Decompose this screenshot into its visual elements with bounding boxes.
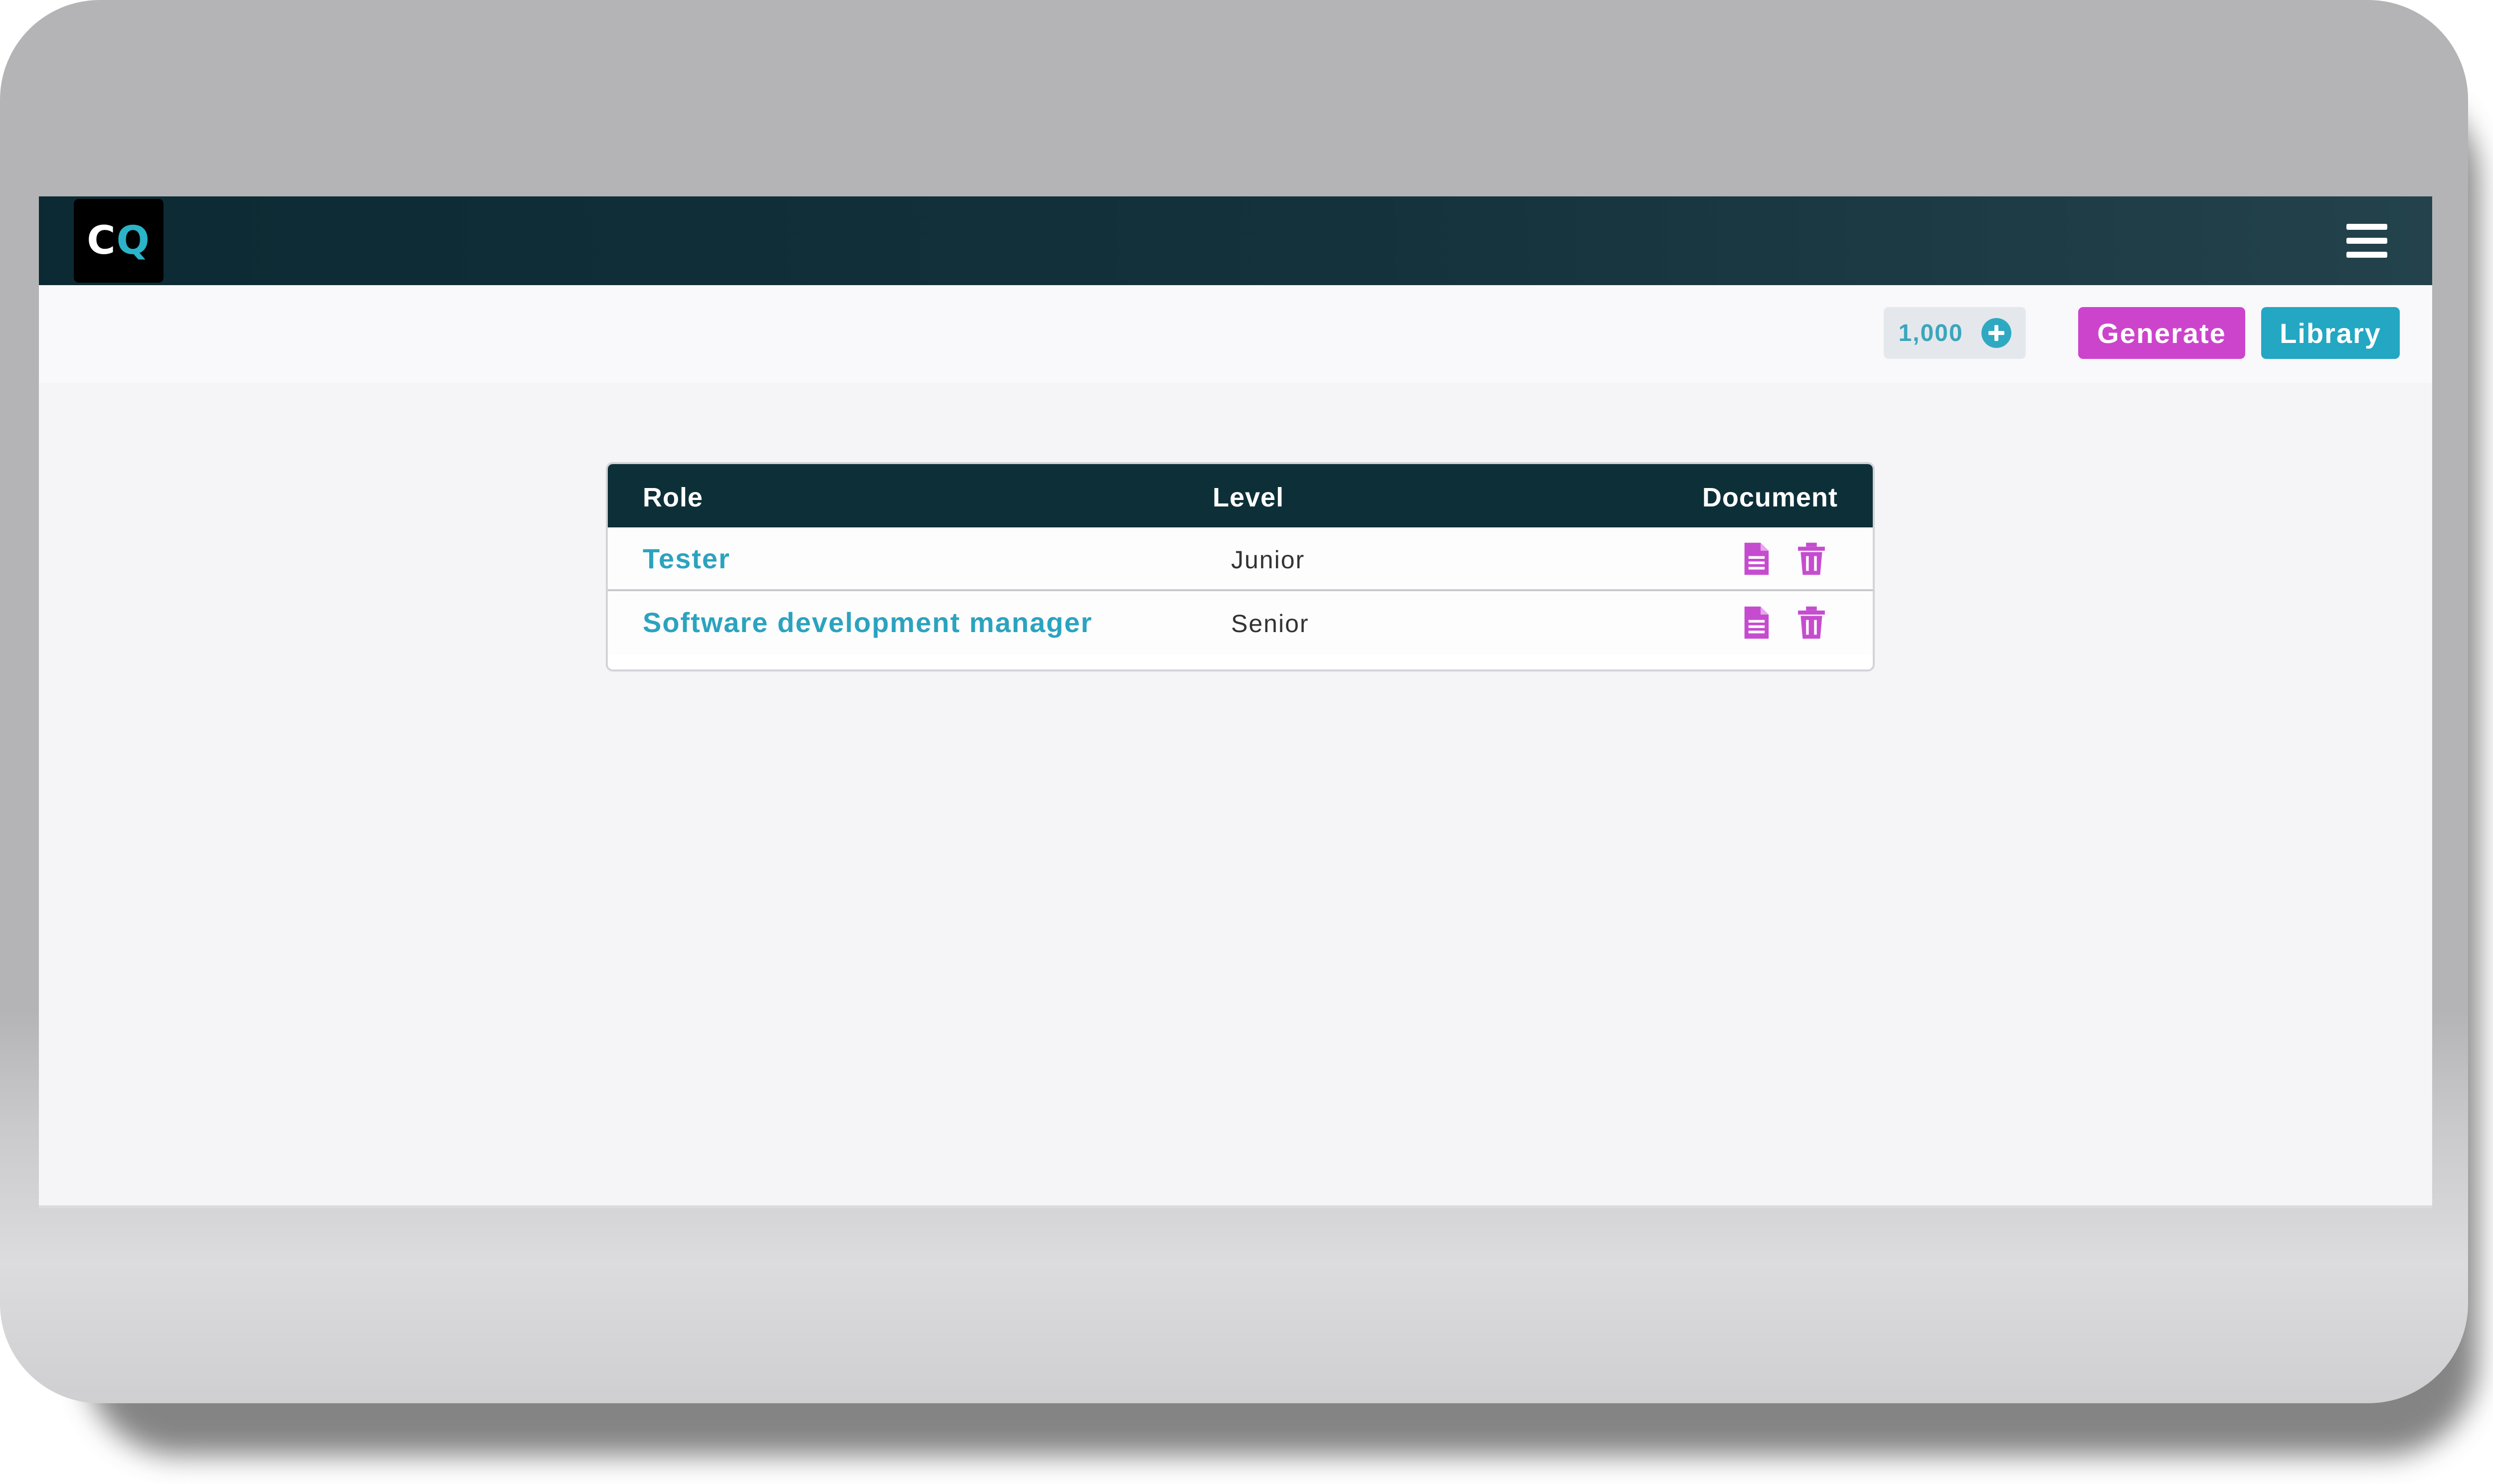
- toolbar: 1,000 Generate Library: [39, 285, 2432, 383]
- logo-letter-c: C: [87, 218, 117, 263]
- role-link[interactable]: Software development manager: [643, 606, 1092, 639]
- header-level: Level: [1213, 483, 1284, 512]
- header-document: Document: [1702, 483, 1838, 512]
- logo-letter-q: Q: [116, 218, 151, 263]
- roles-table: Role Level Document Tester Junior Softwa…: [606, 462, 1875, 671]
- app-bottom-border: [39, 1205, 2432, 1208]
- level-cell: Junior: [1231, 546, 1305, 574]
- document-icon[interactable]: [1740, 605, 1773, 640]
- row-actions: [1740, 541, 1828, 576]
- header-role: Role: [643, 483, 704, 512]
- hamburger-line: [2346, 224, 2387, 230]
- table-row: Tester Junior: [608, 527, 1873, 591]
- hamburger-menu-icon[interactable]: [2346, 224, 2387, 258]
- hamburger-line: [2346, 238, 2387, 244]
- trash-icon[interactable]: [1795, 541, 1828, 576]
- table-header: Role Level Document: [608, 464, 1873, 527]
- generate-button[interactable]: Generate: [2078, 307, 2245, 359]
- document-icon[interactable]: [1740, 541, 1773, 576]
- plus-circle-icon[interactable]: [1981, 318, 2011, 348]
- navbar: CQ: [39, 196, 2432, 285]
- credits-count: 1,000: [1898, 320, 1963, 346]
- library-button[interactable]: Library: [2261, 307, 2400, 359]
- level-cell: Senior: [1231, 610, 1309, 638]
- row-actions: [1740, 605, 1828, 640]
- app-window: CQ 1,000 Generate Library Role Level Doc…: [39, 196, 2432, 1208]
- role-link[interactable]: Tester: [643, 542, 730, 575]
- brand-logo[interactable]: CQ: [74, 199, 164, 283]
- credits-badge: 1,000: [1884, 307, 2026, 359]
- hamburger-line: [2346, 252, 2387, 258]
- trash-icon[interactable]: [1795, 605, 1828, 640]
- device-frame: CQ 1,000 Generate Library Role Level Doc…: [0, 0, 2468, 1403]
- table-row: Software development manager Senior: [608, 591, 1873, 655]
